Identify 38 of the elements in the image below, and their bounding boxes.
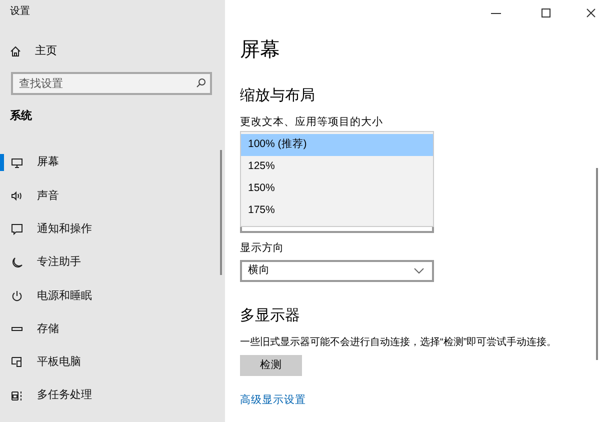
- nav-item[interactable]: 电源和睡眠: [0, 279, 215, 312]
- description-text: 一些旧式显示器可能不会进行自动连接，选择“检测”即可尝试手动连接。: [240, 336, 557, 350]
- orientation-dropdown[interactable]: 横向: [240, 260, 434, 282]
- home-link[interactable]: 主页: [10, 42, 57, 60]
- message-icon: [11, 223, 23, 236]
- field-label: 显示方向: [240, 241, 284, 255]
- dropdown-option[interactable]: 150%: [241, 178, 433, 200]
- window-title: 设置: [10, 4, 30, 19]
- search-icon: [196, 78, 206, 88]
- multitask-icon: [11, 390, 23, 402]
- dropdown-option[interactable]: 175%: [241, 200, 433, 222]
- advanced-display-settings-link[interactable]: 高级显示设置: [240, 393, 306, 409]
- chevron-down-icon: [414, 268, 424, 274]
- close-icon[interactable]: [586, 8, 596, 18]
- detect-button[interactable]: 检测: [240, 355, 302, 376]
- field-label: 更改文本、应用等项目的大小: [240, 115, 383, 129]
- dropdown-option[interactable]: 100% (推荐): [241, 134, 433, 156]
- nav-item[interactable]: 存储: [0, 312, 215, 346]
- section-heading: 缩放与布局: [240, 86, 315, 106]
- tablet-icon: [11, 356, 23, 368]
- page-title: 屏幕: [240, 38, 280, 63]
- nav-item[interactable]: 多任务处理: [0, 379, 215, 412]
- nav-item[interactable]: 通知和操作: [0, 212, 215, 246]
- speaker-icon: [11, 190, 23, 202]
- home-icon: [10, 46, 21, 56]
- nav-item[interactable]: 专注助手: [0, 246, 215, 280]
- dropdown-option[interactable]: 125%: [241, 156, 433, 178]
- selection-indicator: [0, 154, 4, 171]
- nav-item[interactable]: 声音: [0, 179, 215, 213]
- monitor-icon: [11, 156, 23, 169]
- nav-item[interactable]: 平板电脑: [0, 346, 215, 380]
- nav-item[interactable]: 屏幕: [0, 146, 215, 180]
- search-field[interactable]: 查找设置: [11, 72, 212, 95]
- maximize-icon[interactable]: [541, 8, 551, 18]
- section-heading: 系统: [10, 108, 32, 124]
- power-icon: [11, 290, 23, 302]
- section-heading: 多显示器: [240, 306, 300, 326]
- moon-icon: [11, 256, 23, 269]
